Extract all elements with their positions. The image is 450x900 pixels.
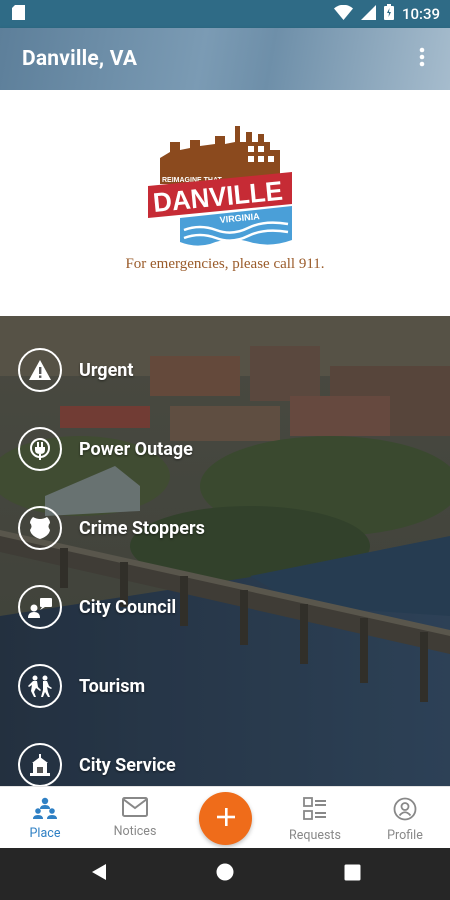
- nav-notices[interactable]: Notices: [90, 787, 180, 849]
- battery-icon: [383, 4, 394, 24]
- nav-place[interactable]: Place: [0, 787, 90, 849]
- home-circle-icon: [215, 862, 235, 886]
- menu-item-tourism[interactable]: Tourism: [18, 663, 145, 709]
- menu-label: Urgent: [79, 359, 134, 381]
- app-title: Danville, VA: [22, 47, 138, 71]
- menu-item-power-outage[interactable]: Power Outage: [18, 426, 193, 472]
- app-bar: Danville, VA: [0, 28, 450, 90]
- profile-icon: [393, 797, 417, 825]
- more-vert-icon: [419, 47, 425, 71]
- nav-label: Notices: [113, 824, 157, 839]
- status-bar: 10:39: [0, 0, 450, 28]
- cell-signal-icon: [360, 4, 376, 24]
- city-building-icon: [18, 743, 62, 786]
- nav-profile[interactable]: Profile: [360, 787, 450, 849]
- warning-icon: [18, 348, 62, 392]
- wifi-icon: [333, 4, 353, 24]
- plus-icon: [216, 807, 236, 831]
- menu-label: Power Outage: [79, 438, 193, 460]
- nav-label: Place: [29, 826, 61, 841]
- menu-label: City Council: [79, 596, 177, 618]
- nav-requests[interactable]: Requests: [270, 787, 360, 849]
- bottom-nav: Place Notices Requests Profile: [0, 786, 450, 848]
- envelope-icon: [122, 797, 148, 821]
- back-triangle-icon: [91, 863, 107, 885]
- place-icon: [33, 797, 57, 823]
- police-badge-icon: [18, 506, 62, 550]
- add-button[interactable]: [199, 792, 252, 845]
- menu-label: City Service: [79, 754, 176, 776]
- emergency-notice: For emergencies, please call 911.: [125, 256, 325, 272]
- menu-item-urgent[interactable]: Urgent: [18, 347, 133, 393]
- more-options-button[interactable]: [410, 39, 434, 79]
- danville-logo: REIMAGINE THAT DANVILLE VIRGINIA: [140, 120, 310, 250]
- android-system-nav: [0, 848, 450, 900]
- sd-card-icon: [12, 4, 25, 24]
- council-speaker-icon: [18, 585, 62, 629]
- nav-label: Profile: [387, 828, 423, 843]
- menu-item-city-council[interactable]: City Council: [18, 584, 176, 630]
- recents-square-icon: [344, 864, 361, 885]
- menu-item-crime-stoppers[interactable]: Crime Stoppers: [18, 505, 205, 551]
- menu-label: Tourism: [79, 675, 146, 697]
- menu-label: Crime Stoppers: [79, 517, 205, 539]
- status-time: 10:39: [401, 5, 440, 23]
- menu-area: Urgent Power Outage Crime Stoppers City …: [0, 316, 450, 786]
- menu-item-city-service[interactable]: City Service: [18, 742, 176, 786]
- power-plug-icon: [18, 427, 62, 471]
- nav-label: Requests: [289, 828, 341, 843]
- checklist-icon: [303, 797, 327, 825]
- home-button[interactable]: [213, 862, 237, 886]
- tourism-people-icon: [18, 664, 62, 708]
- back-button[interactable]: [87, 862, 111, 886]
- logo-section: REIMAGINE THAT DANVILLE VIRGINIA For eme…: [0, 90, 450, 316]
- recents-button[interactable]: [340, 862, 364, 886]
